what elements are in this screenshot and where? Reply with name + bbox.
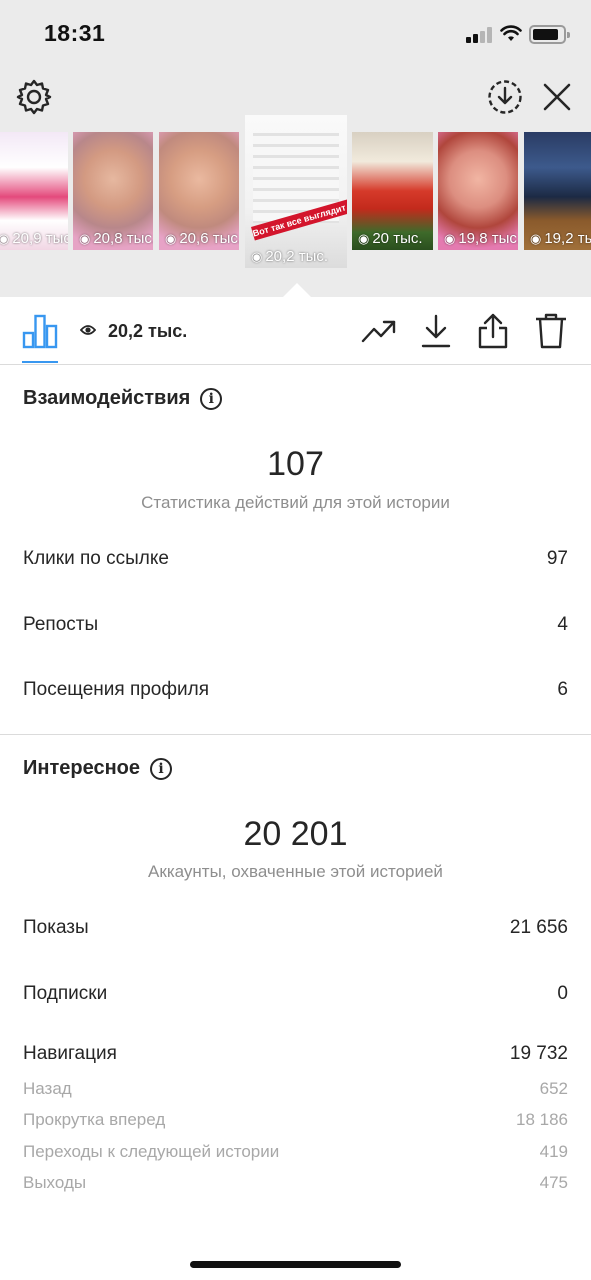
story-thumbnail[interactable]: ◉20,9 тыс. bbox=[0, 132, 68, 250]
active-tab-underline bbox=[22, 361, 58, 363]
download-icon[interactable] bbox=[420, 313, 452, 349]
row-label: Прокрутка вперед bbox=[23, 1110, 166, 1129]
story-thumbnail[interactable]: ◉19,2 тыс. bbox=[524, 132, 591, 250]
navigation-row-forward: Прокрутка вперед 18 186 bbox=[23, 1110, 568, 1130]
row-label: Показы bbox=[23, 917, 89, 938]
status-time: 18:31 bbox=[44, 20, 106, 46]
story-thumbnails[interactable]: ◉20,9 тыс. ◉20,8 тыс. ◉20,6 тыс. Вот так… bbox=[0, 110, 591, 285]
eye-icon: ◉ bbox=[358, 230, 370, 246]
row-value: 6 bbox=[557, 679, 568, 700]
bar-chart-icon[interactable] bbox=[22, 313, 58, 349]
interactions-total: 107 bbox=[267, 445, 324, 483]
wifi-icon bbox=[500, 25, 522, 41]
section-divider bbox=[0, 734, 591, 735]
discovery-title: Интересное bbox=[23, 757, 140, 779]
info-icon[interactable]: i bbox=[150, 757, 172, 780]
row-label: Выходы bbox=[23, 1173, 87, 1192]
interactions-row-shares: Репосты 4 bbox=[23, 614, 568, 636]
navigation-row-next-story: Переходы к следующей истории 419 bbox=[23, 1142, 568, 1162]
story-thumbnail[interactable]: ◉ 20 тыс. bbox=[352, 132, 433, 250]
discovery-row-follows: Подписки 0 bbox=[23, 983, 568, 1005]
eye-icon: ◉ bbox=[530, 230, 542, 246]
row-value: 419 bbox=[539, 1142, 568, 1161]
story-thumbnail-selected[interactable]: Вот так все выглядит ◉ 20,2 тыс. bbox=[245, 115, 347, 268]
story-views-count: 20,2 тыс. bbox=[108, 321, 188, 341]
info-icon[interactable]: i bbox=[200, 387, 223, 410]
row-value: 21 656 bbox=[509, 917, 568, 938]
discovery-caption: Аккаунты, охваченные этой историей bbox=[148, 862, 443, 881]
trash-icon[interactable] bbox=[534, 312, 568, 350]
row-value: 19 732 bbox=[509, 1043, 568, 1064]
row-value: 18 186 bbox=[516, 1110, 568, 1129]
thumbnail-views: 20,6 тыс. bbox=[179, 230, 239, 247]
row-label: Подписки bbox=[23, 983, 108, 1004]
navigation-row-exits: Выходы 475 bbox=[23, 1173, 568, 1193]
row-value: 4 bbox=[557, 614, 568, 635]
eye-icon: ◉ bbox=[79, 230, 91, 246]
eye-icon: ◉ bbox=[165, 230, 177, 246]
eye-icon: ◉ bbox=[0, 230, 10, 246]
thumbnail-views: 20 тыс. bbox=[372, 230, 423, 247]
interactions-row-profile-visits: Посещения профиля 6 bbox=[23, 679, 568, 701]
trending-icon[interactable] bbox=[361, 317, 397, 345]
thumbnail-views: 19,2 тыс. bbox=[544, 230, 591, 247]
row-value: 475 bbox=[539, 1173, 568, 1192]
row-value: 0 bbox=[557, 983, 568, 1004]
thumbnail-views: 20,9 тыс. bbox=[12, 230, 68, 247]
thumbnail-views: 20,8 тыс. bbox=[93, 230, 153, 247]
interactions-row-link-clicks: Клики по ссылке 97 bbox=[23, 548, 568, 570]
navigation-row-back: Назад 652 bbox=[23, 1079, 568, 1099]
battery-icon bbox=[529, 25, 570, 44]
row-value: 652 bbox=[539, 1079, 568, 1098]
row-label: Переходы к следующей истории bbox=[23, 1142, 280, 1161]
interactions-title: Взаимодействия bbox=[23, 387, 191, 409]
thumbnail-views: 20,2 тыс. bbox=[265, 248, 329, 265]
thumbnail-views: 19,8 тыс. bbox=[458, 230, 518, 247]
share-icon[interactable] bbox=[477, 312, 509, 350]
story-toolbar: 20,2 тыс. bbox=[0, 297, 591, 365]
status-bar: 18:31 bbox=[0, 0, 591, 70]
discovery-row-impressions: Показы 21 656 bbox=[23, 917, 568, 939]
row-label: Назад bbox=[23, 1079, 72, 1098]
row-label: Клики по ссылке bbox=[23, 548, 169, 569]
interactions-caption: Статистика действий для этой истории bbox=[141, 493, 450, 512]
row-label: Посещения профиля bbox=[23, 679, 209, 700]
row-label: Навигация bbox=[23, 1043, 117, 1064]
eye-icon bbox=[80, 325, 96, 335]
row-label: Репосты bbox=[23, 614, 99, 635]
home-indicator[interactable] bbox=[190, 1261, 401, 1268]
discovery-row-navigation: Навигация 19 732 bbox=[23, 1043, 568, 1065]
story-thumbnail[interactable]: ◉ 20,6 тыс. bbox=[159, 132, 239, 250]
eye-icon: ◉ bbox=[444, 230, 456, 246]
story-thumbnail[interactable]: ◉ 19,8 тыс. bbox=[438, 132, 518, 250]
signal-icon bbox=[466, 27, 492, 43]
selected-pointer bbox=[283, 283, 311, 297]
eye-icon: ◉ bbox=[251, 248, 263, 264]
row-value: 97 bbox=[546, 548, 568, 569]
close-icon[interactable] bbox=[542, 82, 572, 112]
discovery-section-title: Интересное i bbox=[23, 757, 172, 780]
interactions-section-title: Взаимодействия i bbox=[23, 387, 223, 410]
story-thumbnail[interactable]: ◉ 20,8 тыс. bbox=[73, 132, 153, 250]
discovery-total: 20 201 bbox=[243, 815, 348, 853]
